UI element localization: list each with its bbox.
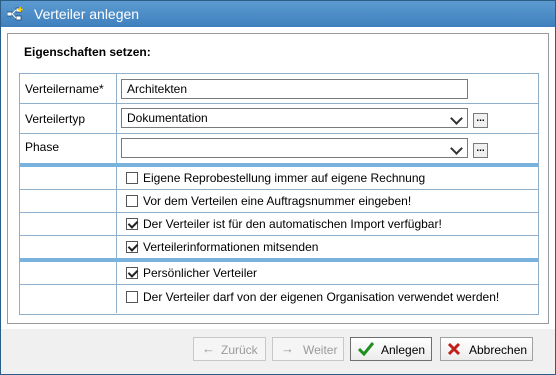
type-select-value: Dokumentation: [127, 111, 208, 125]
row-type: Verteilertyp Dokumentation ...: [20, 104, 538, 134]
personal-list-checkbox[interactable]: [126, 267, 138, 279]
chevron-down-icon: [450, 142, 463, 155]
title-bar[interactable]: Verteiler anlegen: [1, 1, 555, 27]
panel-title: Eigenschaften setzen:: [24, 45, 151, 59]
phase-more-button[interactable]: ...: [473, 143, 488, 158]
send-info-checkbox[interactable]: [126, 241, 138, 253]
reprobestellung-label: Eigene Reprobestellung immer auf eigene …: [143, 171, 426, 185]
option-row: Der Verteiler darf von der eigenen Organ…: [20, 285, 538, 313]
auto-import-checkbox[interactable]: [126, 218, 138, 230]
next-button[interactable]: → Weiter: [272, 337, 344, 361]
personal-list-label: Persönlicher Verteiler: [143, 266, 258, 280]
auto-import-label: Der Verteiler ist für den automatischen …: [143, 217, 442, 231]
window-title: Verteiler anlegen: [34, 6, 140, 22]
phase-label: Phase: [25, 140, 60, 154]
distribution-list-add-icon: [7, 7, 23, 21]
row-name: Verteilername* Architekten: [20, 74, 538, 104]
name-label: Verteilername*: [25, 82, 104, 96]
auftragsnummer-checkbox[interactable]: [126, 195, 138, 207]
auftragsnummer-label: Vor dem Verteilen eine Auftragsnummer ei…: [143, 194, 412, 208]
chevron-down-icon: [450, 112, 463, 125]
reprobestellung-checkbox[interactable]: [126, 172, 138, 184]
option-row: Persönlicher Verteiler: [20, 262, 538, 285]
arrow-right-icon: →: [281, 341, 294, 356]
arrow-left-icon: ←: [202, 341, 215, 356]
option-row: Eigene Reprobestellung immer auf eigene …: [20, 167, 538, 190]
phase-select[interactable]: [121, 138, 468, 158]
properties-grid: Verteilername* Architekten Verteilertyp …: [19, 73, 539, 315]
type-select[interactable]: Dokumentation: [121, 108, 468, 128]
back-button[interactable]: ← Zurück: [193, 337, 266, 361]
send-info-label: Verteilerinformationen mitsenden: [143, 240, 319, 254]
properties-panel: Eigenschaften setzen: Verteilername* Arc…: [7, 33, 549, 324]
dialog-window: Verteiler anlegen Eigenschaften setzen: …: [0, 0, 556, 375]
option-row: Der Verteiler ist für den automatischen …: [20, 213, 538, 236]
row-phase: Phase ...: [20, 134, 538, 163]
name-input[interactable]: Architekten: [121, 79, 468, 99]
button-bar: ← Zurück → Weiter Anlegen Abbrechen: [1, 329, 555, 374]
checkmark-icon: [358, 342, 374, 356]
create-button[interactable]: Anlegen: [350, 337, 432, 361]
close-icon: [447, 342, 461, 356]
option-row: Vor dem Verteilen eine Auftragsnummer ei…: [20, 190, 538, 213]
org-usage-label: Der Verteiler darf von der eigenen Organ…: [143, 290, 500, 304]
type-more-button[interactable]: ...: [473, 113, 488, 128]
cancel-button[interactable]: Abbrechen: [440, 337, 533, 361]
org-usage-checkbox[interactable]: [126, 291, 138, 303]
option-row: Verteilerinformationen mitsenden: [20, 236, 538, 258]
type-label: Verteilertyp: [25, 112, 86, 126]
